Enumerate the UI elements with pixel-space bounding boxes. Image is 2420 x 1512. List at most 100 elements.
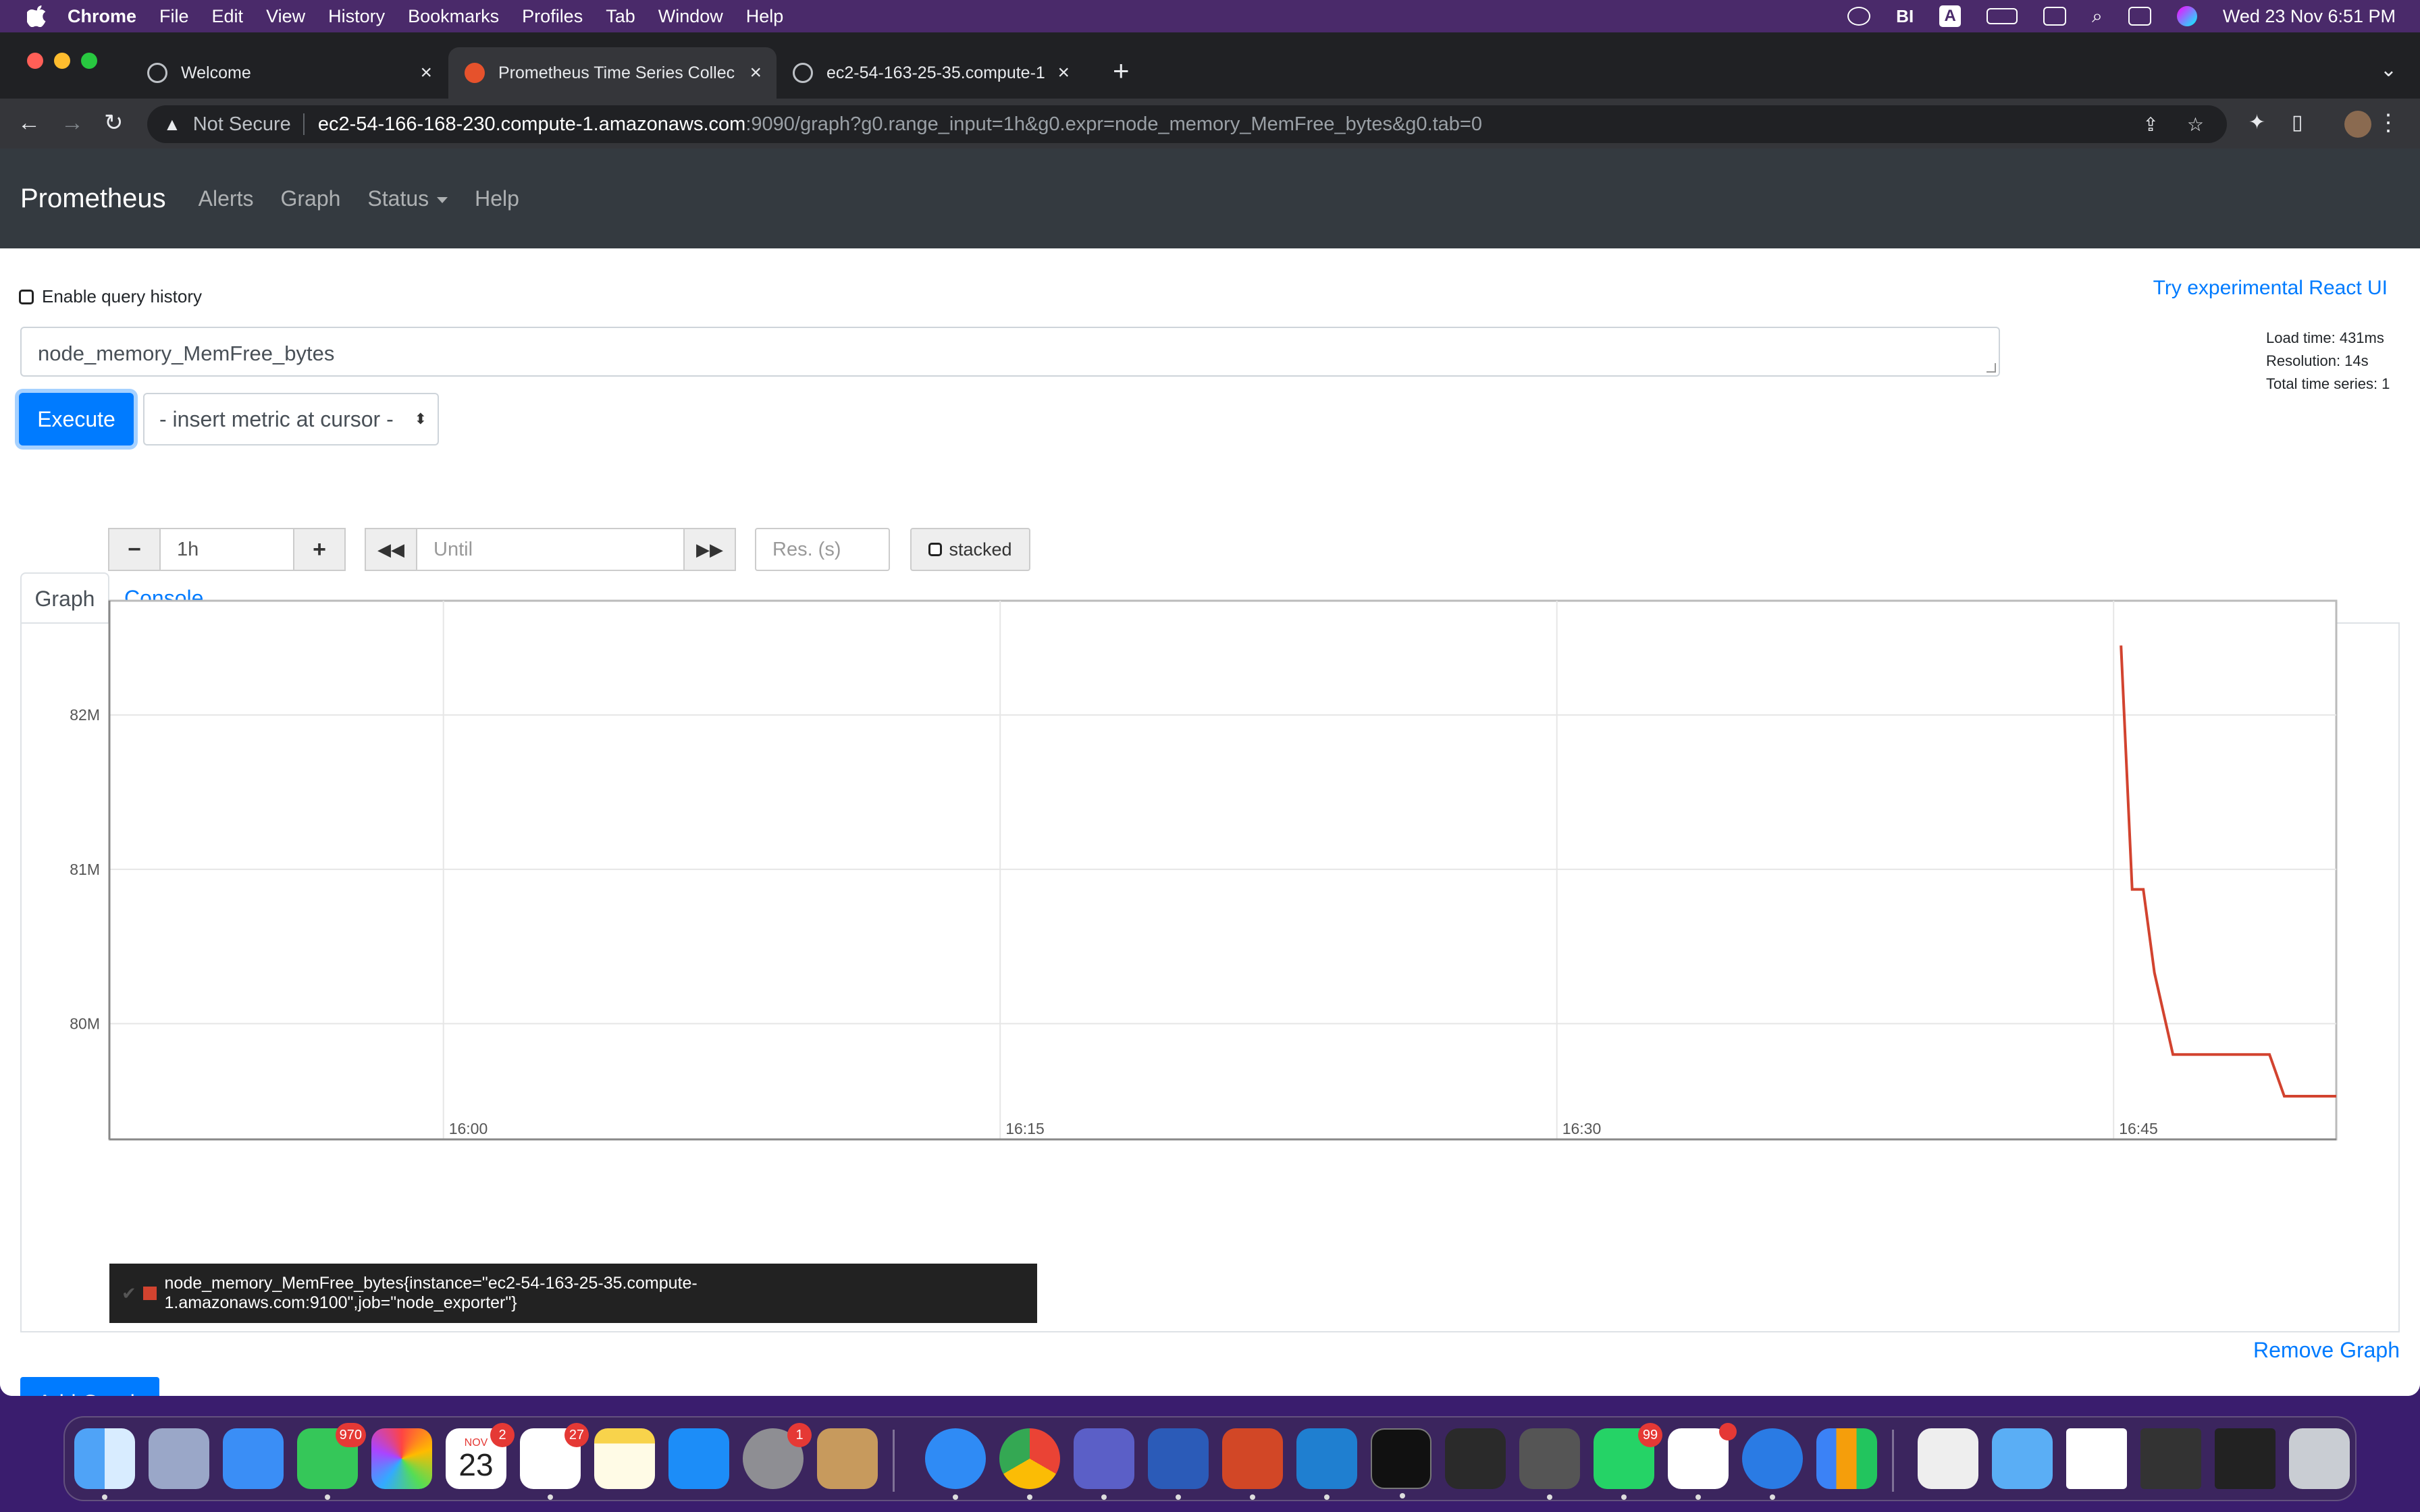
close-tab-icon[interactable]: × <box>420 61 432 84</box>
not-secure-label[interactable]: Not Secure <box>193 113 291 136</box>
teams-icon[interactable] <box>1074 1428 1134 1500</box>
warning-triangle-icon[interactable]: ▲ <box>163 114 181 135</box>
finder-icon[interactable] <box>74 1428 135 1500</box>
share-icon[interactable]: ⇪ <box>2142 113 2158 136</box>
whatsapp-icon[interactable]: 99 <box>1594 1423 1662 1500</box>
nav-status[interactable]: Status <box>367 186 448 211</box>
app-store-icon[interactable] <box>668 1428 729 1489</box>
expression-input[interactable]: node_memory_MemFree_bytes <box>20 327 2000 377</box>
control-center-icon[interactable] <box>2128 7 2151 26</box>
close-window-button[interactable] <box>27 53 43 69</box>
stacked-toggle[interactable]: stacked <box>910 528 1030 571</box>
reload-icon[interactable]: ↻ <box>104 109 124 136</box>
insert-metric-select[interactable]: - insert metric at cursor - ⬍ <box>143 393 439 446</box>
zoom-window-button[interactable] <box>81 53 97 69</box>
menu-profiles[interactable]: Profiles <box>522 6 583 27</box>
numbers-icon[interactable] <box>1816 1428 1877 1489</box>
stacked-checkbox[interactable] <box>928 543 943 556</box>
notes-icon[interactable] <box>594 1428 655 1489</box>
new-tab-button[interactable]: + <box>1113 57 1130 85</box>
range-decrease-button[interactable]: − <box>108 528 161 571</box>
menu-window[interactable]: Window <box>658 6 723 27</box>
menubar-clock[interactable]: Wed 23 Nov 6:51 PM <box>2223 6 2396 27</box>
back-arrow-icon[interactable]: ← <box>18 109 41 136</box>
word-icon[interactable] <box>1148 1428 1209 1500</box>
powerpoint-icon[interactable] <box>1222 1428 1283 1500</box>
vscode-icon[interactable] <box>1296 1428 1357 1500</box>
apple-logo-icon[interactable] <box>27 5 46 27</box>
window-thumbnail-3[interactable] <box>2215 1428 2276 1489</box>
photos-icon[interactable] <box>371 1428 432 1489</box>
spotlight-search-icon[interactable]: ⌕ <box>2092 5 2103 28</box>
react-ui-link[interactable]: Try experimental React UI <box>2153 277 2388 300</box>
folder-icon[interactable] <box>1992 1428 2053 1489</box>
more-menu-icon[interactable]: ⋮ <box>2377 109 2400 136</box>
menu-history[interactable]: History <box>328 6 385 27</box>
contacts-icon[interactable] <box>817 1428 878 1489</box>
bookmark-star-icon[interactable]: ☆ <box>2187 113 2204 136</box>
tab-prometheus[interactable]: Prometheus Time Series Collec × <box>448 47 777 99</box>
messages-icon[interactable]: 970 <box>297 1423 366 1500</box>
extensions-puzzle-icon[interactable]: ✦ <box>2248 111 2265 134</box>
nav-alerts[interactable]: Alerts <box>199 186 254 211</box>
tab-graph[interactable]: Graph <box>20 572 109 624</box>
bi-status-icon[interactable]: BI <box>1896 6 1914 27</box>
nav-help[interactable]: Help <box>475 186 519 211</box>
execute-button[interactable]: Execute <box>19 393 134 446</box>
add-graph-button[interactable]: Add Graph <box>20 1377 159 1396</box>
prometheus-brand[interactable]: Prometheus <box>20 184 166 214</box>
browser-icon[interactable] <box>1742 1428 1803 1500</box>
window-thumbnail-1[interactable] <box>2066 1428 2127 1489</box>
tab-search-chevron-icon[interactable]: ⌄ <box>2380 58 2397 82</box>
query-history-checkbox[interactable] <box>19 289 34 304</box>
query-history-toggle[interactable]: Enable query history <box>19 286 202 307</box>
battery-icon[interactable] <box>1987 8 2018 24</box>
tab-console[interactable]: Console <box>124 572 203 624</box>
nav-graph[interactable]: Graph <box>280 186 340 211</box>
profile-avatar[interactable] <box>2344 111 2371 138</box>
chrome-icon[interactable] <box>999 1428 1060 1500</box>
safari-icon[interactable] <box>925 1428 986 1500</box>
forward-arrow-icon[interactable]: → <box>61 109 84 136</box>
menu-help[interactable]: Help <box>746 6 784 27</box>
csv-file-icon[interactable] <box>1918 1428 1978 1489</box>
close-tab-icon[interactable]: × <box>1057 61 1070 84</box>
system-preferences-icon[interactable]: 1 <box>743 1423 812 1489</box>
window-thumbnail-2[interactable] <box>2140 1428 2201 1489</box>
screen-mirroring-icon[interactable] <box>2043 7 2067 26</box>
terminal-icon[interactable] <box>1371 1428 1431 1498</box>
siri-icon[interactable] <box>2176 6 2197 26</box>
time-back-button[interactable]: ◀◀ <box>365 528 417 571</box>
slack-icon[interactable] <box>1668 1423 1737 1500</box>
menu-tab[interactable]: Tab <box>606 6 635 27</box>
keyboard-input-icon[interactable]: A <box>1939 5 1962 27</box>
running-indicator <box>953 1494 958 1500</box>
resolution-input[interactable]: Res. (s) <box>755 528 890 571</box>
trash-icon[interactable] <box>2289 1428 2350 1489</box>
range-input[interactable]: 1h <box>159 528 294 571</box>
chart-legend[interactable]: ✔ node_memory_MemFree_bytes{instance="ec… <box>109 1264 1037 1323</box>
menu-app-chrome[interactable]: Chrome <box>68 6 136 27</box>
remove-graph-link[interactable]: Remove Graph <box>2253 1338 2400 1363</box>
reminders-icon[interactable]: 27 <box>520 1423 589 1500</box>
until-input[interactable]: Until <box>416 528 685 571</box>
close-tab-icon[interactable]: × <box>749 61 762 84</box>
address-bar[interactable]: ▲ Not Secure ec2-54-166-168-230.compute-… <box>147 105 2227 143</box>
menu-edit[interactable]: Edit <box>212 6 244 27</box>
minimize-window-button[interactable] <box>54 53 70 69</box>
tab-welcome[interactable]: Welcome × <box>131 47 447 99</box>
sequel-ace-icon[interactable] <box>1445 1428 1506 1489</box>
time-forward-button[interactable]: ▶▶ <box>683 528 736 571</box>
menu-view[interactable]: View <box>266 6 305 27</box>
menu-bookmarks[interactable]: Bookmarks <box>408 6 499 27</box>
mail-icon[interactable] <box>223 1428 284 1489</box>
menu-file[interactable]: File <box>159 6 189 27</box>
launchpad-icon[interactable] <box>149 1428 209 1489</box>
tab-ec2[interactable]: ec2-54-163-25-35.compute-1 × <box>777 47 1084 99</box>
calendar-icon[interactable]: NOV 23 2 <box>446 1423 515 1489</box>
sidebar-icon[interactable]: ▯ <box>2292 111 2303 134</box>
range-increase-button[interactable]: + <box>293 528 346 571</box>
resize-grip-icon[interactable] <box>1987 363 1996 373</box>
creative-cloud-icon[interactable] <box>1847 7 1871 26</box>
keychain-icon[interactable] <box>1519 1428 1580 1500</box>
